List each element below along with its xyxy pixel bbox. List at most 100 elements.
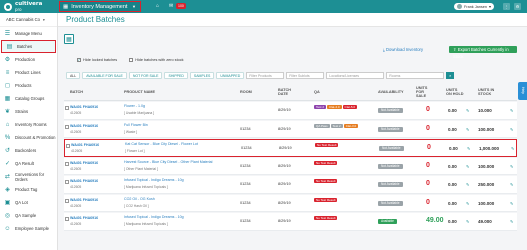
sidebar-item-discount-promotion[interactable]: % Discount & Promotion — [0, 131, 57, 144]
filter-sublots-input[interactable]: Filter Sublots — [286, 71, 325, 79]
edit-icon[interactable]: ✎ — [510, 127, 513, 132]
app-logo[interactable]: cultivera pro — [0, 0, 58, 13]
table-row[interactable]: WA401 FHA6916 412605 Full Flower Bin [ Wast… — [64, 120, 517, 138]
availability-badge[interactable]: Not Available — [379, 146, 404, 151]
header-product[interactable]: PRODUCT NAME — [124, 90, 155, 94]
sidebar-item-catalog-groups[interactable]: ▦ Catalog Groups — [0, 92, 57, 105]
grid-view-button[interactable]: ▦ — [64, 34, 74, 44]
edit-icon[interactable]: ✎ — [510, 201, 513, 206]
sidebar-item-qa-lot[interactable]: ▣ QA Lot — [0, 196, 57, 209]
edit-icon[interactable]: ✎ — [510, 219, 513, 224]
help-tab[interactable]: Help — [518, 82, 527, 100]
batch-id-link[interactable]: WA401 FHA6916 — [70, 179, 98, 183]
row-checkbox[interactable] — [66, 144, 70, 148]
sidebar-item-product-lines[interactable]: ≡ Product Lines — [0, 66, 57, 79]
batch-id-link[interactable]: WA401 FHA6916 — [70, 161, 98, 165]
batch-id-link[interactable]: WA401 FHA6916 — [70, 216, 98, 220]
sidebar-item-qa-sample[interactable]: ◎ QA Sample — [0, 209, 57, 222]
company-selector[interactable]: ABC Cannabis Co ▾ — [0, 13, 57, 27]
header-units-for-sale[interactable]: UNITS FOR SALE — [416, 86, 434, 98]
settings-icon[interactable]: ⚙ — [514, 3, 521, 10]
edit-icon[interactable]: ✎ — [466, 201, 469, 206]
sidebar-item-strains[interactable]: ❦ Strains — [0, 105, 57, 118]
availability-badge[interactable]: Not Available — [378, 163, 403, 169]
sidebar-item-product-tag[interactable]: ◈ Product Tag — [0, 183, 57, 196]
header-qa[interactable]: QA — [314, 90, 320, 94]
table-row[interactable]: WA401 FHA6916 412605 Flower - 1.0g [ Usable… — [64, 102, 517, 120]
header-units-in-stock[interactable]: UNITS IN STOCK — [478, 88, 496, 96]
table-row[interactable]: WA401 FHA6916 412605 Kat Cat Sensor - Blue… — [64, 139, 517, 157]
header-room[interactable]: ROOM — [240, 90, 252, 94]
sidebar-item-products[interactable]: ◻ Products — [0, 79, 57, 92]
edit-icon[interactable]: ✎ — [510, 108, 513, 113]
row-checkbox[interactable] — [65, 161, 69, 166]
table-row[interactable]: WA401 FHA6916 412605 Infused Topical - Ind… — [64, 176, 517, 194]
product-name-link[interactable]: CO2 Oil - OG Kush — [124, 197, 155, 201]
sidebar-item-employee-sample[interactable]: ☺ Employee Sample — [0, 222, 57, 235]
rooms-select[interactable]: Rooms — [386, 71, 445, 79]
product-name-link[interactable]: Flower - 1.0g — [124, 104, 145, 108]
batch-id-link[interactable]: WA401 FHA6916 — [70, 198, 98, 202]
edit-icon[interactable]: ✎ — [466, 182, 469, 187]
availability-badge[interactable]: Available — [378, 219, 397, 224]
hide-zero-stock-checkbox[interactable]: Hide batches with zero stock — [129, 58, 184, 62]
availability-badge[interactable]: Not Available — [378, 108, 403, 113]
product-name-link[interactable]: Harvest Source - Blue City Diesel - Othe… — [124, 160, 212, 164]
table-row[interactable]: WA401 FHA6916 412605 Harvest Source - Blue… — [64, 157, 517, 175]
availability-badge[interactable]: Not Available — [378, 126, 403, 132]
filter-chip[interactable]: AVAILABLE FOR SALE — [82, 71, 127, 79]
row-checkbox[interactable] — [65, 180, 69, 184]
header-availability[interactable]: AVAILABILITY — [378, 90, 404, 94]
edit-icon[interactable]: ✎ — [466, 108, 469, 113]
filter-chip[interactable]: SAMPLES — [189, 71, 215, 79]
edit-icon[interactable]: ✎ — [466, 219, 469, 224]
sidebar-item-manage-menu[interactable]: ☰ Manage Menu — [0, 27, 57, 40]
product-name-link[interactable]: Infused Topical - Indigo Dreams - 10g — [124, 178, 184, 182]
sidebar-item-qa-result[interactable]: ✓ QA Result — [0, 157, 57, 170]
filter-chip[interactable]: UNMAPPED — [216, 71, 245, 79]
header-batch-date[interactable]: BATCH DATE — [278, 88, 296, 96]
row-checkbox[interactable] — [65, 217, 69, 221]
header-units-on-hold[interactable]: UNITS ON HOLD — [446, 88, 464, 96]
product-name-link[interactable]: Infused Topical - Indigo Dreams - 10g — [124, 215, 184, 219]
row-checkbox[interactable] — [65, 124, 69, 129]
apps-icon[interactable]: ⋮ — [503, 3, 510, 10]
table-row[interactable]: WA401 FHA6916 412605 Infused Topical - Ind… — [64, 213, 517, 231]
edit-icon[interactable]: ✎ — [510, 182, 513, 187]
filter-products-input[interactable]: Filter Products — [246, 71, 285, 79]
filter-chip[interactable]: SHIPPED — [164, 71, 188, 79]
edit-icon[interactable]: ✎ — [511, 146, 514, 151]
row-checkbox[interactable] — [65, 198, 69, 203]
bell-icon[interactable]: ✉ — [169, 3, 173, 9]
search-button[interactable]: ⌕ — [446, 71, 455, 79]
product-name-link[interactable]: Full Flower Bin — [124, 123, 148, 127]
header-batch[interactable]: BATCH — [70, 90, 83, 94]
qa-status-badge: QA Pass — [314, 123, 330, 128]
batch-id-link[interactable]: WA401 FHA6916 — [70, 105, 98, 109]
edit-icon[interactable]: ✎ — [510, 164, 513, 169]
module-dropdown[interactable]: ▦ Inventory Management ▼ — [59, 1, 141, 12]
filter-chip[interactable]: ALL — [66, 71, 81, 79]
home-icon[interactable]: ⌂ — [156, 3, 159, 9]
download-inventory-link[interactable]: ⤓ Download Inventory — [383, 47, 423, 52]
edit-icon[interactable]: ✎ — [466, 127, 469, 132]
sidebar-item-conversions-for-orders[interactable]: ⇄ Conversions for Orders — [0, 170, 57, 183]
user-menu[interactable]: Frank Jansen ▾ — [454, 3, 494, 10]
row-checkbox[interactable] — [65, 106, 69, 110]
sidebar-item-backorders[interactable]: ↺ Backorders — [0, 144, 57, 157]
sidebar-item-inventory-rooms[interactable]: ⌂ Inventory Rooms — [0, 118, 57, 131]
locations-select[interactable]: Locations/Licenses — [326, 71, 385, 79]
export-batches-button[interactable]: ⇪ Export Batches Currently in Stock — [449, 46, 517, 59]
product-name-link[interactable]: Kat Cat Sensor - Blue City Diesel - Flow… — [125, 142, 198, 146]
batch-id-link[interactable]: WA401 FHA6916 — [70, 124, 98, 128]
sidebar-item-production[interactable]: ⚙ Production — [0, 53, 57, 66]
table-row[interactable]: WA401 FHA6916 412605 CO2 Oil - OG Kush [ CO… — [64, 194, 517, 212]
availability-badge[interactable]: Not Available — [378, 182, 403, 187]
hide-locked-checkbox[interactable]: ✓ Hide locked batches — [77, 58, 117, 62]
filter-chip[interactable]: NOT FOR SALE — [128, 71, 163, 79]
edit-icon[interactable]: ✎ — [467, 146, 470, 151]
batch-id-link[interactable]: WA401 FHA6916 — [71, 143, 99, 147]
edit-icon[interactable]: ✎ — [466, 164, 469, 169]
availability-badge[interactable]: Not Available — [378, 200, 403, 206]
sidebar-item-batches[interactable]: ▤ Batches — [1, 40, 56, 53]
